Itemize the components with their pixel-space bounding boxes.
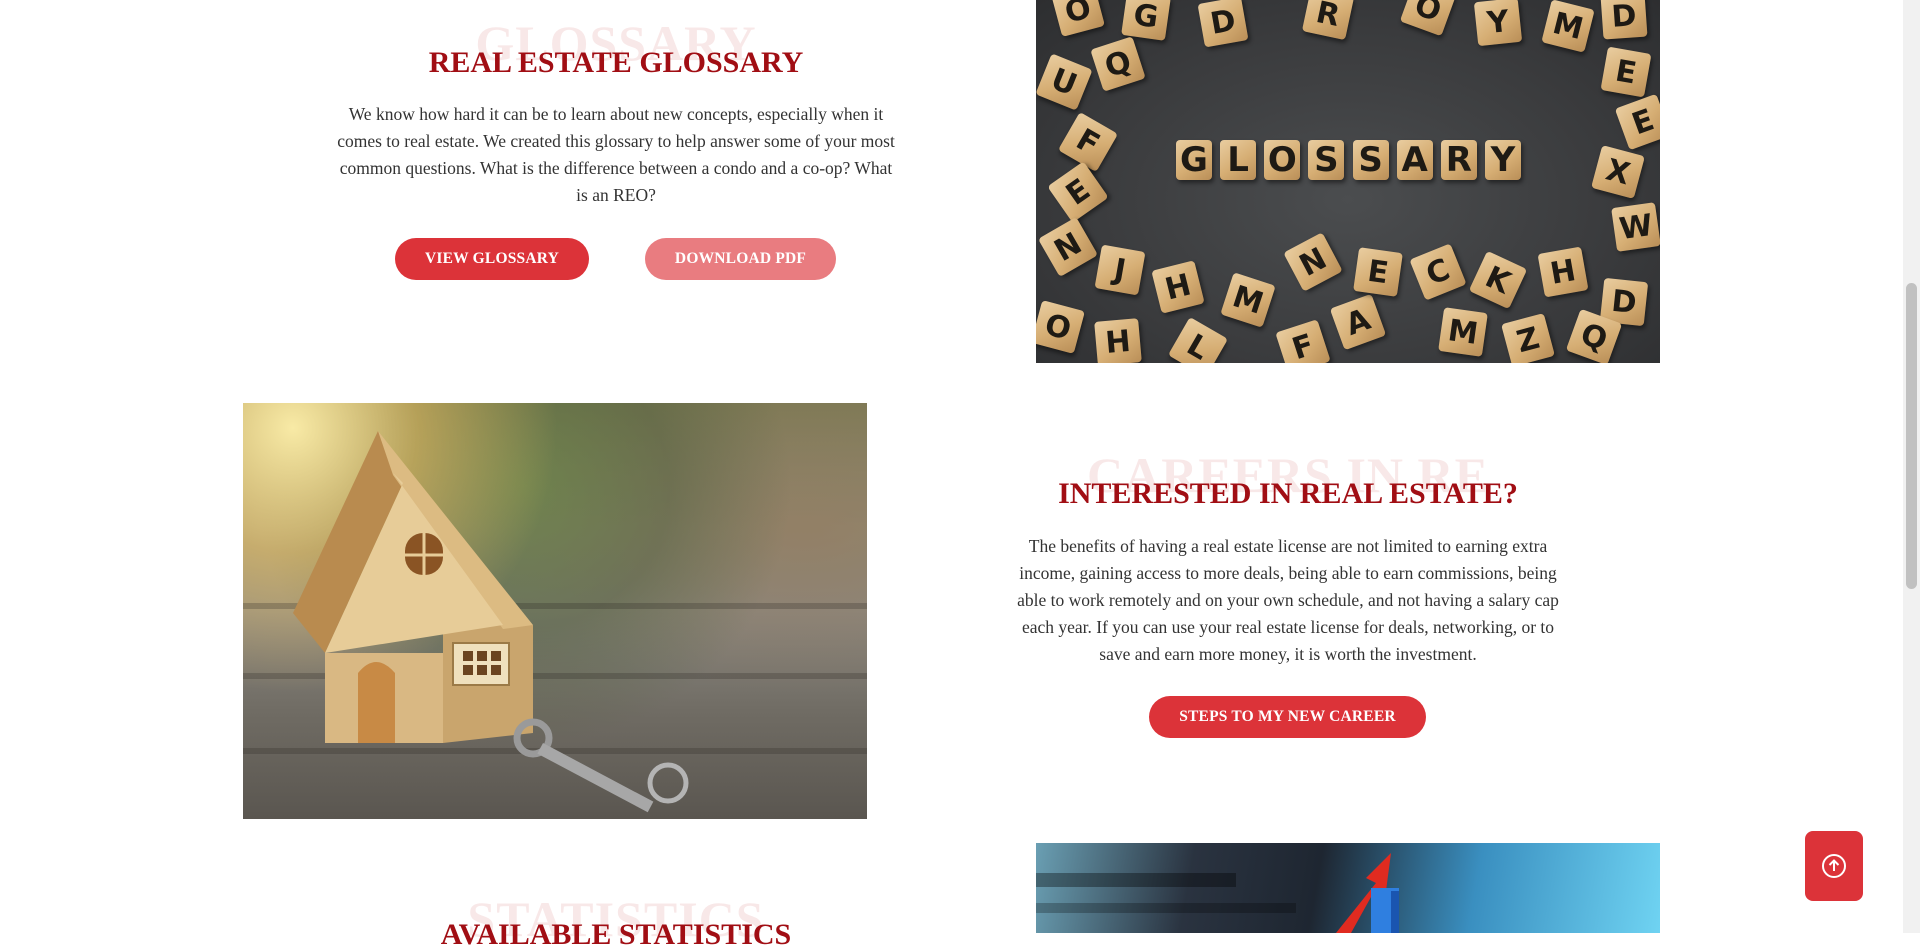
arrow-up-circle-icon xyxy=(1822,854,1846,878)
careers-title: INTERESTED IN REAL ESTATE? xyxy=(1058,477,1518,510)
glossary-description: We know how hard it can be to learn abou… xyxy=(337,104,895,205)
download-pdf-button[interactable]: DOWNLOAD PDF xyxy=(645,238,836,280)
scroll-to-top-button[interactable] xyxy=(1805,831,1863,901)
statistics-title: AVAILABLE STATISTICS xyxy=(440,918,792,951)
glossary-word-tiles: G L O S S A R Y xyxy=(1176,140,1521,182)
glossary-image: O G D R O Y M D U Q E E F E X W N J H M … xyxy=(1036,0,1660,363)
scrollbar-thumb[interactable] xyxy=(1906,283,1917,589)
careers-description: The benefits of having a real estate lic… xyxy=(1017,536,1559,664)
view-glossary-button[interactable]: VIEW GLOSSARY xyxy=(395,238,589,280)
glossary-title: REAL ESTATE GLOSSARY xyxy=(428,46,804,79)
steps-to-new-career-button[interactable]: STEPS TO MY NEW CAREER xyxy=(1149,696,1426,738)
statistics-image xyxy=(1036,843,1660,933)
house-keychain-image xyxy=(243,403,867,819)
